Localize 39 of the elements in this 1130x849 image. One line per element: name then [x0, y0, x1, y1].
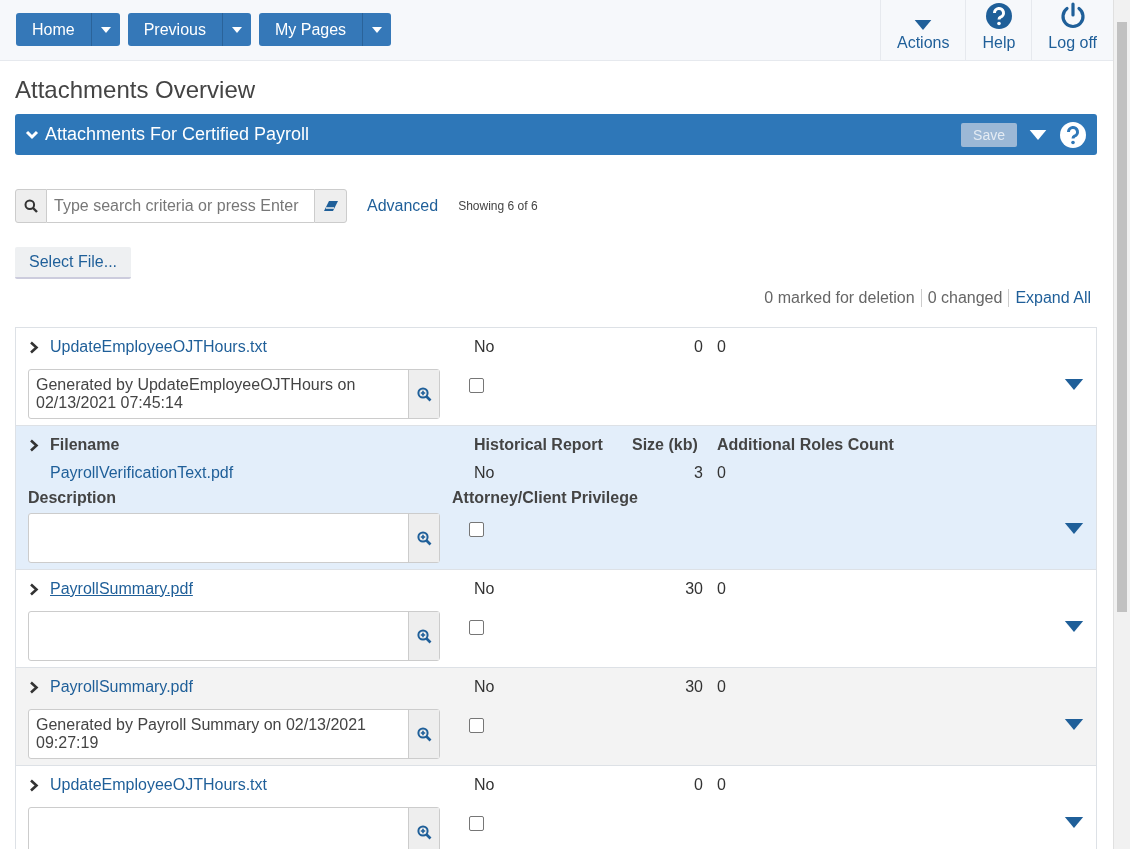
table-cell-text: 3: [693, 463, 704, 483]
nav-action[interactable]: Help: [965, 0, 1032, 60]
table-cell-text: 30: [684, 677, 704, 697]
file-link[interactable]: PayrollSummary.pdf: [50, 575, 474, 603]
file-link[interactable]: PayrollSummary.pdf: [50, 673, 474, 701]
description-field[interactable]: Generated by UpdateEmployeeOJTHours on 02/13/2021 07:45:14: [28, 369, 440, 419]
field-label: Description: [28, 489, 117, 507]
changed-count: 0 changed: [920, 289, 1009, 307]
table-cell-text: No: [474, 463, 496, 483]
select-file-button[interactable]: Select File...: [15, 247, 132, 279]
table-cell-text: 0: [717, 677, 727, 697]
table-cell-text: 0: [717, 775, 727, 795]
table-cell-text: No: [474, 337, 496, 357]
table-cell-text: No: [474, 579, 496, 599]
file-link[interactable]: UpdateEmployeeOJTHours.txt: [50, 771, 474, 799]
table-cell-text: 0: [693, 775, 704, 795]
table-cell-text: 0: [717, 579, 727, 599]
deletion-count: 0 marked for deletion: [763, 289, 916, 307]
column-header: Additional Roles Count: [717, 435, 895, 455]
result-count: Showing 6 of 6: [458, 199, 538, 213]
column-header: Filename: [50, 435, 121, 455]
table-cell-text: 0: [717, 463, 727, 483]
advanced-link[interactable]: Advanced: [367, 197, 439, 215]
table-cell-text: No: [474, 775, 496, 795]
expand-all-link[interactable]: Expand All: [1008, 289, 1097, 307]
field-label: Attorney/Client Privilege: [452, 489, 639, 507]
search-field[interactable]: Type search criteria or press Enter: [47, 189, 314, 223]
description-field[interactable]: Generated by Payroll Summary on 02/13/2021 09:27:19: [28, 709, 440, 759]
panel-title: Attachments For Certified Payroll: [45, 124, 311, 145]
table-cell-text: No: [474, 677, 496, 697]
table-cell-text: 0: [717, 337, 727, 357]
page-title: Attachments Overview: [15, 76, 257, 104]
file-link[interactable]: UpdateEmployeeOJTHours.txt: [50, 333, 474, 361]
column-header: Historical Report: [474, 435, 604, 455]
table-cell-text: 0: [693, 337, 704, 357]
column-header: Size (kb): [632, 435, 699, 455]
file-link[interactable]: PayrollVerificationText.pdf: [50, 459, 474, 487]
table-cell-text: 30: [684, 579, 704, 599]
nav-action[interactable]: Actions: [880, 0, 966, 60]
